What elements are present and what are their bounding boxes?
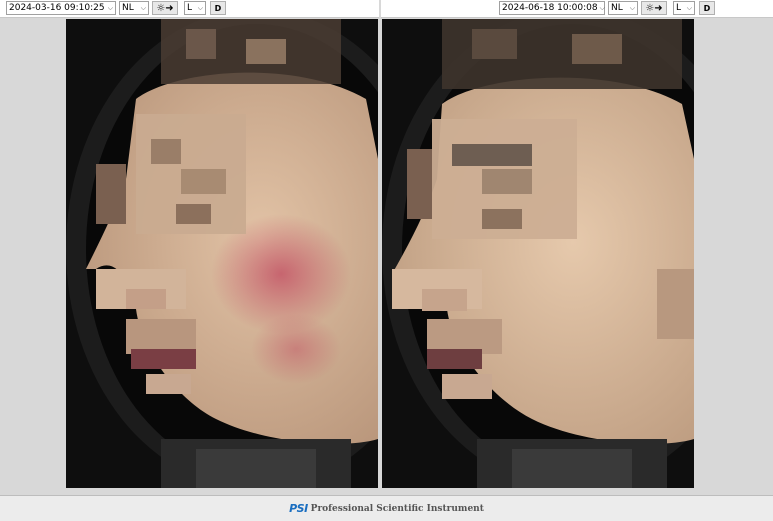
left-datetime-select[interactable]: 2024-03-16 09:10:25 ⌵ [6,1,116,15]
right-datetime-label: 2024-06-18 10:00:08 [502,3,598,13]
chevron-down-icon: ⌵ [599,3,605,12]
company-name: Professional Scientific Instrument [310,503,484,514]
right-face-photo[interactable] [382,19,694,488]
right-datetime-select[interactable]: 2024-06-18 10:00:08 ⌵ [499,1,605,15]
sun-arrow-icon: ☼➜ [156,2,174,14]
right-face-image [382,19,694,488]
chevron-down-icon: ⌵ [107,3,113,12]
left-d-button[interactable]: D [210,1,226,15]
left-light-toggle-button[interactable]: ☼➜ [152,1,178,15]
chevron-down-icon: ⌵ [140,3,146,12]
left-side-select[interactable]: L ⌵ [184,1,206,15]
psi-logo: PSI [289,502,308,515]
right-side-label: L [676,3,682,13]
left-datetime-label: 2024-03-16 09:10:25 [9,3,105,13]
left-face-image [66,19,378,488]
footer: PSI Professional Scientific Instrument [0,496,773,521]
left-side-label: L [187,3,193,13]
right-mode-select[interactable]: NL ⌵ [608,1,638,15]
right-side-select[interactable]: L ⌵ [673,1,695,15]
right-mode-label: NL [611,3,623,13]
right-light-toggle-button[interactable]: ☼➜ [641,1,667,15]
chevron-down-icon: ⌵ [686,3,692,12]
chevron-down-icon: ⌵ [629,3,635,12]
sun-arrow-icon: ☼➜ [645,2,663,14]
right-d-button[interactable]: D [699,1,715,15]
left-face-photo[interactable] [66,19,378,488]
right-toolbar: 2024-06-18 10:00:08 ⌵ NL ⌵ ☼➜ L ⌵ D [381,0,773,18]
left-mode-label: NL [122,3,134,13]
chevron-down-icon: ⌵ [197,3,203,12]
left-toolbar: 2024-03-16 09:10:25 ⌵ NL ⌵ ☼➜ L ⌵ D [0,0,379,18]
left-mode-select[interactable]: NL ⌵ [119,1,149,15]
